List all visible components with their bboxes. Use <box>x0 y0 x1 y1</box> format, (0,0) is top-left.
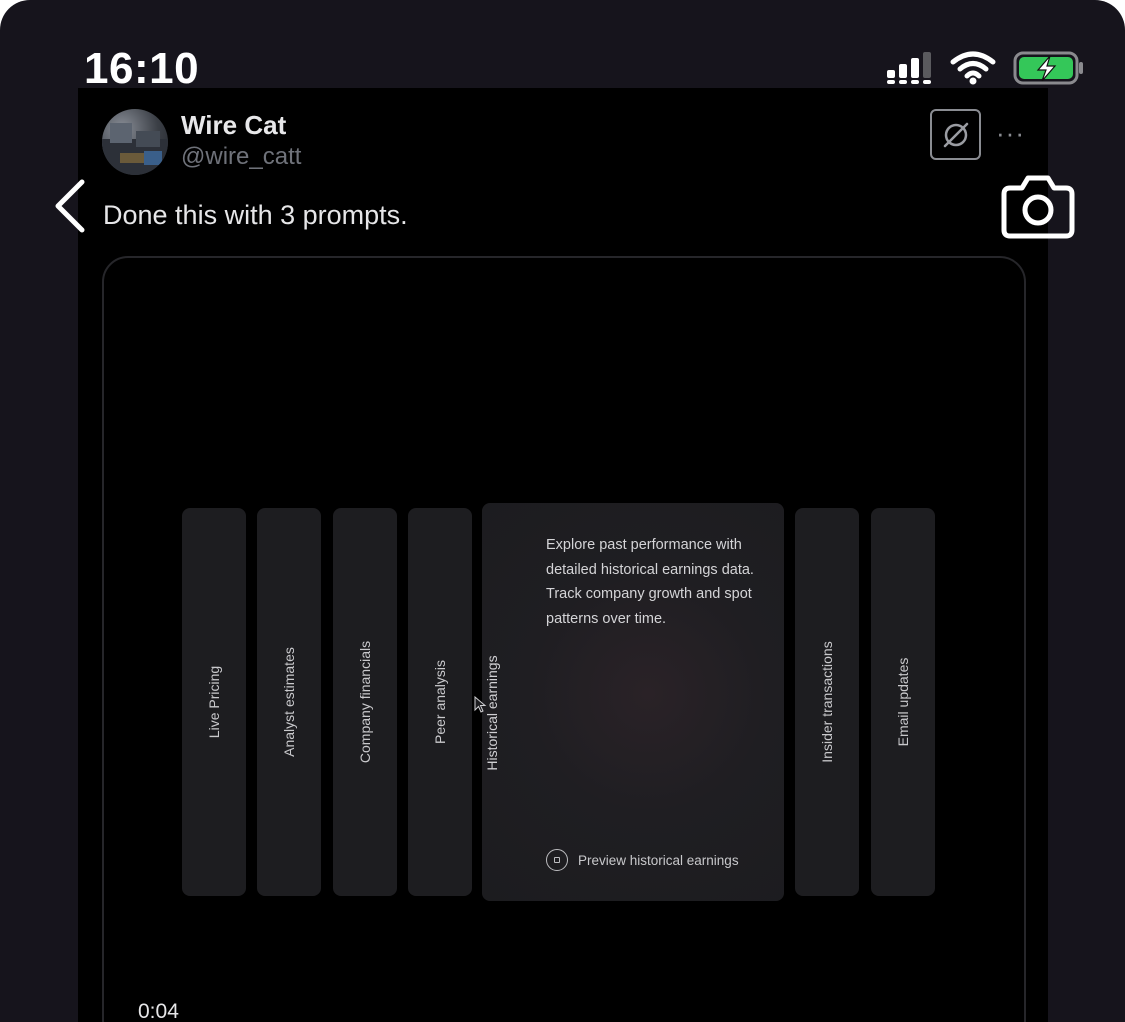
author-name[interactable]: Wire Cat <box>181 110 286 141</box>
grok-button[interactable] <box>930 109 981 160</box>
feature-card-insider-transactions: Insider transactions <box>795 508 859 896</box>
status-time: 16:10 <box>84 44 200 93</box>
status-icons <box>885 48 1085 88</box>
feature-card-historical-earnings: Historical earnings Explore past perform… <box>482 503 784 901</box>
card-label: Peer analysis <box>432 659 448 745</box>
battery-charging-icon <box>1013 51 1083 85</box>
card-description: Explore past performance with detailed h… <box>546 537 754 627</box>
wifi-icon <box>950 51 996 85</box>
video-timestamp: 0:04 <box>138 1000 179 1022</box>
card-label: Insider transactions <box>819 641 835 763</box>
back-button[interactable] <box>50 178 90 234</box>
phone-screen: 16:10 Wire Cat @wire_catt ··· Done this … <box>0 0 1125 1022</box>
preview-link: Preview historical earnings <box>546 849 739 871</box>
avatar[interactable] <box>102 109 168 175</box>
camera-button[interactable] <box>1000 168 1076 240</box>
more-options-button[interactable]: ··· <box>996 118 1025 149</box>
card-label: Company financials <box>357 640 373 764</box>
feature-card-live-pricing: Live Pricing <box>182 508 246 896</box>
feature-card-peer-analysis: Peer analysis <box>408 508 472 896</box>
author-handle[interactable]: @wire_catt <box>181 143 301 171</box>
card-label: Email updates <box>895 657 911 747</box>
signal-icon <box>887 52 931 84</box>
grok-icon <box>943 122 968 147</box>
feature-card-email-updates: Email updates <box>871 508 935 896</box>
preview-label: Preview historical earnings <box>578 852 739 868</box>
post-text: Done this with 3 prompts. <box>103 200 408 230</box>
feature-card-analyst-estimates: Analyst estimates <box>257 508 321 896</box>
card-label: Analyst estimates <box>281 647 297 757</box>
card-label: Live Pricing <box>206 665 222 739</box>
video-player[interactable]: Live Pricing Analyst estimates Company f… <box>102 256 1026 1022</box>
feature-card-company-financials: Company financials <box>333 508 397 896</box>
preview-icon <box>546 849 568 871</box>
cursor-icon <box>474 696 487 713</box>
